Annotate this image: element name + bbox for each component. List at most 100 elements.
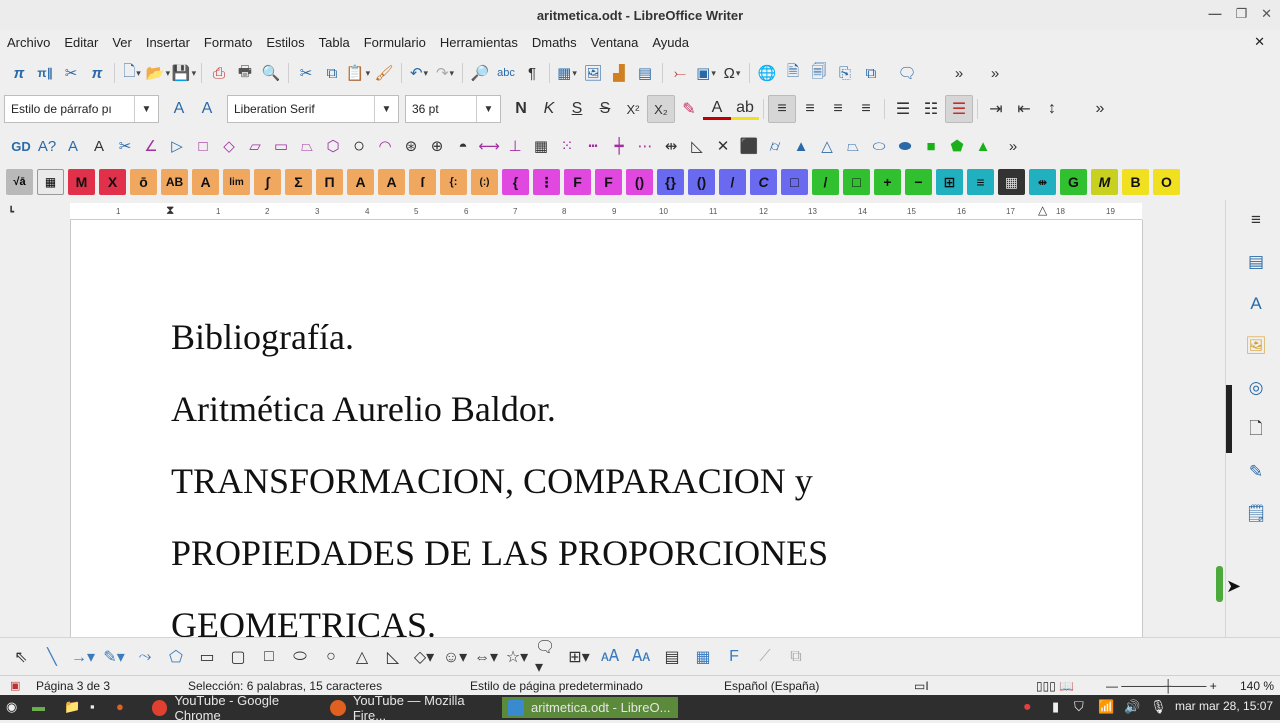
math-ab-icon[interactable]: AB bbox=[161, 169, 188, 195]
print-icon[interactable]: 🖶 bbox=[232, 60, 258, 86]
math-braces-icon[interactable]: {} bbox=[657, 169, 684, 195]
insert-chart-icon[interactable]: ▟ bbox=[606, 60, 632, 86]
doc-line-propiedades[interactable]: PROPIEDADES DE LAS PROPORCIONES bbox=[171, 532, 828, 574]
math-green-box-icon[interactable]: □ bbox=[843, 169, 870, 195]
new-style-icon[interactable]: A bbox=[193, 95, 221, 123]
block-arrows-icon[interactable]: ⇔▾ bbox=[473, 644, 499, 670]
segment-icon[interactable]: ⟷ bbox=[476, 133, 502, 159]
footnote-icon[interactable]: 🗎 bbox=[780, 60, 806, 86]
insert-textbox-icon[interactable]: ▤ bbox=[632, 60, 658, 86]
intersecting-lines-icon[interactable]: ✕ bbox=[710, 133, 736, 159]
insert-table-icon[interactable]: ▦ bbox=[554, 60, 580, 86]
pyramid-icon[interactable]: ▲ bbox=[788, 133, 814, 159]
math-c-icon[interactable]: C bbox=[750, 169, 777, 195]
insert-textframe-icon[interactable]: ▤ bbox=[659, 644, 685, 670]
green-cube-icon[interactable]: ■ bbox=[918, 133, 944, 159]
line-icon[interactable]: ╲ bbox=[39, 644, 65, 670]
clone-formatting-icon[interactable]: 🖌 bbox=[371, 60, 397, 86]
right-indent-marker-icon[interactable]: △ bbox=[1038, 203, 1047, 217]
justify-icon[interactable]: ≡ bbox=[852, 95, 880, 123]
flowchart-icon[interactable]: ⊞▾ bbox=[566, 644, 592, 670]
math-minus-icon[interactable]: − bbox=[905, 169, 932, 195]
shield-icon[interactable]: ⛉ bbox=[1074, 699, 1084, 715]
hyperlink-icon[interactable]: 🌐 bbox=[754, 60, 780, 86]
math-dense-grid-icon[interactable]: ▦ bbox=[998, 169, 1025, 195]
start-menu-icon[interactable]: ◉ bbox=[6, 699, 17, 715]
numbered-list-icon[interactable]: ☷ bbox=[917, 95, 945, 123]
ellipse-icon[interactable]: ⬭ bbox=[287, 644, 313, 670]
math-box-icon[interactable]: □ bbox=[781, 169, 808, 195]
connector-icon[interactable]: ⤳ bbox=[132, 644, 158, 670]
math-curly-icon[interactable]: { bbox=[502, 169, 529, 195]
parallelogram-icon[interactable]: ▱ bbox=[242, 133, 268, 159]
indent-marker-icon[interactable]: ⧗ bbox=[166, 203, 174, 218]
math-hat-icon[interactable]: A bbox=[192, 169, 219, 195]
matrix-icon[interactable]: ▦ bbox=[37, 169, 64, 195]
chevron-down-icon[interactable]: ▼ bbox=[374, 96, 398, 122]
math-b-icon[interactable]: B bbox=[1122, 169, 1149, 195]
vertical-scrollbar-thumb[interactable] bbox=[1216, 566, 1223, 602]
microphone-icon[interactable]: 🎙 bbox=[1150, 699, 1167, 715]
new-document-icon[interactable]: 🗋 bbox=[119, 60, 145, 86]
pi-formula-icon[interactable]: π bbox=[6, 60, 32, 86]
export-pdf-icon[interactable]: ⎙ bbox=[206, 60, 232, 86]
geogebra-icon[interactable]: GD bbox=[8, 133, 34, 159]
toolbar-overflow-icon[interactable]: » bbox=[946, 60, 972, 86]
close-document-icon[interactable]: ✕ bbox=[1247, 34, 1272, 50]
zoom-level[interactable]: 140 % bbox=[1240, 679, 1274, 693]
triangle-angle-icon[interactable]: ◺ bbox=[684, 133, 710, 159]
special-character-icon[interactable]: Ω bbox=[719, 60, 745, 86]
align-right-icon[interactable]: ≡ bbox=[824, 95, 852, 123]
close-icon[interactable]: ✕ bbox=[1261, 6, 1272, 22]
math-sum-icon[interactable]: Σ bbox=[285, 169, 312, 195]
select-arrow-icon[interactable]: ⇖ bbox=[8, 644, 34, 670]
font-size-combo[interactable]: 36 pt ▼ bbox=[405, 95, 501, 123]
pi-editor-icon[interactable]: π∥ bbox=[32, 60, 58, 86]
word-count[interactable]: Selección: 6 palabras, 15 caracteres bbox=[188, 679, 382, 693]
math-brace-icon[interactable]: {: bbox=[440, 169, 467, 195]
callouts-icon[interactable]: 🗨▾ bbox=[535, 639, 561, 676]
file-manager-icon[interactable]: 📁 bbox=[64, 699, 80, 715]
green-pentagon-icon[interactable]: ⬟ bbox=[944, 133, 970, 159]
math-lim-icon[interactable]: lim bbox=[223, 169, 250, 195]
number-line-icon[interactable]: ┅ bbox=[580, 133, 606, 159]
math-g-icon[interactable]: G bbox=[1060, 169, 1087, 195]
doc-line-bibliografia[interactable]: Bibliografía. bbox=[171, 316, 354, 358]
task-libreoffice[interactable]: aritmetica.odt - LibreO... bbox=[502, 697, 678, 718]
subscript-button[interactable]: X₂ bbox=[647, 95, 675, 123]
manage-changes-icon[interactable]: 🗒 bbox=[1244, 502, 1268, 526]
bold-button[interactable]: N bbox=[507, 95, 535, 123]
sidebar-collapse-handle[interactable] bbox=[1226, 385, 1232, 453]
task-chrome[interactable]: YouTube - Google Chrome bbox=[146, 693, 324, 723]
doc-line-aritmetica[interactable]: Aritmética Aurelio Baldor. bbox=[171, 388, 556, 430]
toolbar-overflow-2-icon[interactable]: » bbox=[982, 60, 1008, 86]
properties-icon[interactable]: ▤ bbox=[1244, 250, 1268, 274]
menu-archivo[interactable]: Archivo bbox=[0, 35, 57, 50]
align-left-icon[interactable]: ≡ bbox=[768, 95, 796, 123]
math-accent-b-icon[interactable]: A bbox=[378, 169, 405, 195]
number-line-2-icon[interactable]: ┿ bbox=[606, 133, 632, 159]
math-o-icon[interactable]: O bbox=[1153, 169, 1180, 195]
math-m-icon[interactable]: M bbox=[68, 169, 95, 195]
math-accent-a-icon[interactable]: A bbox=[347, 169, 374, 195]
save-icon[interactable]: 💾 bbox=[171, 60, 197, 86]
sidebar-menu-icon[interactable]: ≡ bbox=[1244, 208, 1268, 232]
increase-indent-icon[interactable]: ⇥ bbox=[982, 95, 1010, 123]
chevron-down-icon[interactable]: ▼ bbox=[476, 96, 500, 122]
math-grid-icon[interactable]: ⊞ bbox=[936, 169, 963, 195]
text-icon[interactable]: A bbox=[86, 133, 112, 159]
strikethrough-button[interactable]: S bbox=[591, 95, 619, 123]
math-f2-icon[interactable]: F bbox=[595, 169, 622, 195]
ellipsoid-icon[interactable]: ⬭ bbox=[866, 133, 892, 159]
styles-icon[interactable]: A bbox=[1244, 292, 1268, 316]
truncated-cone-icon[interactable]: ⏢ bbox=[840, 133, 866, 159]
rhombus-icon[interactable]: ◇ bbox=[216, 133, 242, 159]
math-product-icon[interactable]: Π bbox=[316, 169, 343, 195]
fontwork-f-icon[interactable]: F bbox=[721, 644, 747, 670]
terminal-icon[interactable]: ▪ bbox=[90, 699, 95, 714]
insert-mode-icon[interactable]: ▭I bbox=[914, 679, 929, 693]
cone-icon[interactable]: △ bbox=[814, 133, 840, 159]
cylinder-icon[interactable]: ⌭ bbox=[762, 133, 788, 159]
curve-icon[interactable]: ✎▾ bbox=[101, 644, 127, 670]
copy-icon[interactable]: ⧉ bbox=[319, 60, 345, 86]
